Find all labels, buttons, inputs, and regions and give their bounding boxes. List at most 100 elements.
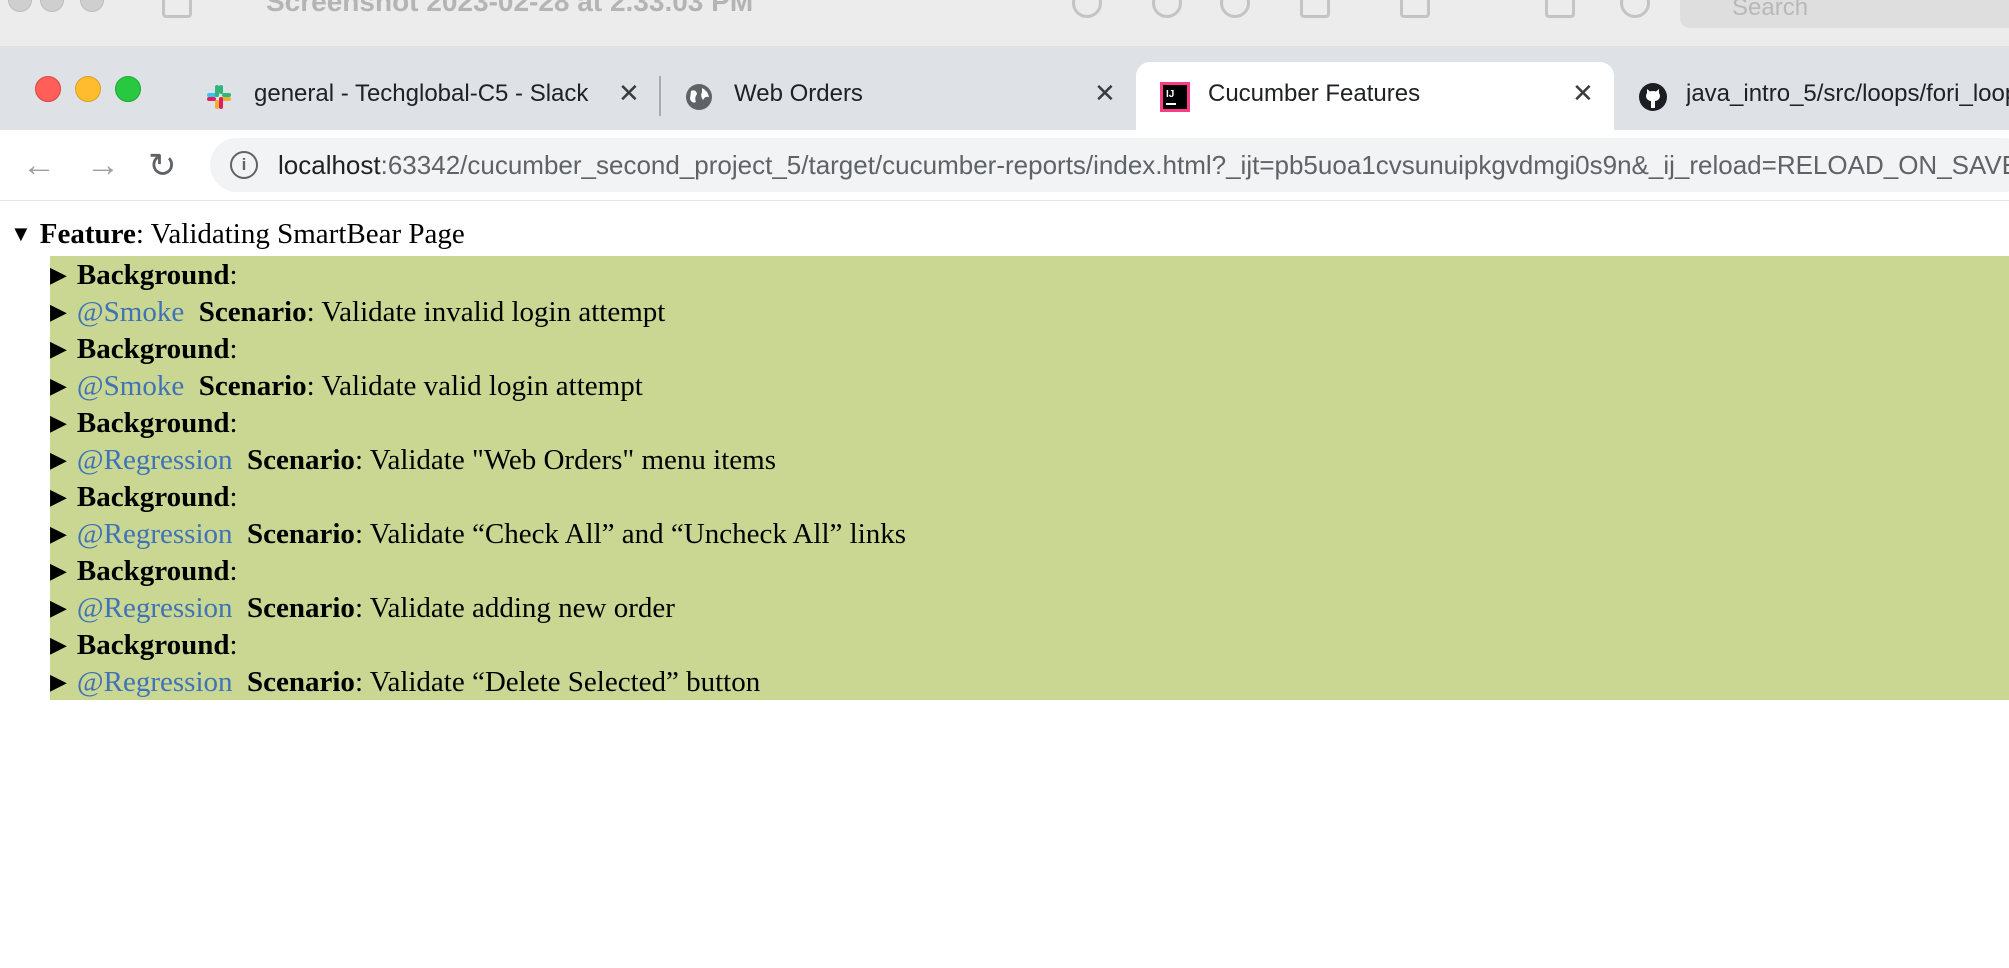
keyword: Scenario [247, 592, 355, 624]
preview-close-dot[interactable] [8, 0, 32, 12]
collapsed-triangle-icon[interactable]: ▶ [50, 256, 67, 293]
rotate-icon[interactable] [1545, 0, 1575, 18]
tag-link[interactable]: @Regression [77, 666, 233, 698]
close-icon[interactable]: ✕ [618, 78, 640, 109]
step-text: : [229, 333, 238, 365]
scenario-text: : Validate “Delete Selected” button [354, 666, 761, 698]
expanded-triangle-icon[interactable]: ▼ [10, 221, 32, 247]
scenario-row[interactable]: ▶ @Regression Scenario: Validate adding n… [50, 589, 675, 626]
keyword: Scenario [247, 444, 355, 476]
keyword: Background [76, 629, 230, 661]
keyword: Background [76, 481, 230, 513]
step-text: : [229, 407, 238, 439]
background-row[interactable]: ▶ Background: [50, 404, 238, 441]
zoom-out-icon[interactable] [1152, 0, 1182, 18]
scenario-row[interactable]: ▶ @Regression Scenario: Validate “Delete … [50, 663, 760, 700]
collapsed-triangle-icon[interactable]: ▶ [50, 626, 67, 663]
intellij-icon: IJ [1160, 82, 1190, 112]
globe-icon [686, 84, 712, 110]
close-icon[interactable]: ✕ [1094, 78, 1116, 109]
tab-web-orders[interactable]: Web Orders ✕ [660, 62, 1130, 130]
preview-minimize-dot[interactable] [40, 0, 64, 12]
collapsed-triangle-icon[interactable]: ▶ [50, 663, 67, 700]
collapsed-triangle-icon[interactable]: ▶ [50, 478, 67, 515]
tab-label: general - Techglobal-C5 - Slack [254, 80, 589, 107]
keyword: Background [76, 407, 230, 439]
url-text[interactable]: localhost:63342/cucumber_second_project_… [278, 150, 2009, 181]
back-arrow-icon[interactable]: ← [22, 146, 56, 185]
keyword: Scenario [247, 666, 355, 698]
tag-link[interactable]: @Regression [77, 592, 233, 624]
tag-link[interactable]: @Regression [77, 444, 233, 476]
sidebar-toggle-icon[interactable] [162, 0, 192, 18]
preview-zoom-dot[interactable] [80, 0, 104, 12]
window-minimize-button[interactable] [75, 76, 101, 102]
collapsed-triangle-icon[interactable]: ▶ [50, 441, 67, 478]
window-close-button[interactable] [35, 76, 61, 102]
collapsed-triangle-icon[interactable]: ▶ [50, 404, 67, 441]
search-placeholder: Search [1732, 0, 1809, 21]
tab-label: Web Orders [734, 80, 863, 107]
collapsed-triangle-icon[interactable]: ▶ [50, 293, 67, 330]
scenario-row[interactable]: ▶ @Smoke Scenario: Validate valid login a… [50, 367, 643, 404]
github-icon [1639, 83, 1667, 111]
tab-github[interactable]: java_intro_5/src/loops/fori_loop [1620, 62, 2009, 130]
tab-slack[interactable]: general - Techglobal-C5 - Slack ✕ [180, 62, 650, 130]
preview-window-title: Screenshot 2023-02-28 at 2.33.03 PM [266, 0, 754, 17]
scenario-text: : Validate "Web Orders" menu items [354, 444, 777, 476]
share-icon[interactable] [1300, 0, 1330, 18]
feature-header[interactable]: ▼ Feature: Validating SmartBear Page [10, 218, 465, 251]
feature-keyword: Feature [39, 218, 136, 250]
tab-label: java_intro_5/src/loops/fori_loop [1686, 80, 2009, 107]
preview-search-field[interactable]: Search [1680, 0, 2009, 28]
keyword: Scenario [198, 296, 307, 328]
step-text: : [229, 629, 238, 661]
keyword: Background [76, 333, 230, 365]
markup-icon[interactable] [1400, 0, 1430, 18]
close-icon[interactable]: ✕ [1572, 78, 1594, 109]
tag-link[interactable]: @Smoke [77, 370, 184, 402]
slack-icon [207, 85, 231, 109]
background-row[interactable]: ▶ Background: [50, 626, 238, 663]
scenario-text: : Validate adding new order [354, 592, 675, 624]
scenario-text: : Validate invalid login attempt [306, 296, 666, 328]
address-bar[interactable]: i localhost:63342/cucumber_second_projec… [210, 138, 2009, 192]
scenario-row[interactable]: ▶ @Regression Scenario: Validate "Web Ord… [50, 441, 776, 478]
scenario-row[interactable]: ▶ @Regression Scenario: Validate “Check A… [50, 515, 906, 552]
tab-cucumber-features[interactable]: IJ Cucumber Features ✕ [1136, 62, 1614, 130]
window-zoom-button[interactable] [115, 76, 141, 102]
tab-label: Cucumber Features [1208, 80, 1421, 107]
collapsed-triangle-icon[interactable]: ▶ [50, 367, 67, 404]
passed-results-block: ▶ Background: ▶ @Smoke Scenario: Validate … [50, 256, 2009, 700]
keyword: Scenario [198, 370, 307, 402]
scenario-text: : Validate valid login attempt [306, 370, 643, 402]
zoom-in-icon[interactable] [1220, 0, 1250, 18]
preview-window-toolbar: Screenshot 2023-02-28 at 2.33.03 PM Sear… [0, 0, 2009, 47]
background-row[interactable]: ▶ Background: [50, 256, 238, 293]
keyword: Background [76, 259, 230, 291]
tag-link[interactable]: @Smoke [77, 296, 184, 328]
url-path: :63342/cucumber_second_project_5/target/… [380, 150, 2009, 180]
tag-link[interactable]: @Regression [77, 518, 233, 550]
reload-icon[interactable]: ↻ [148, 146, 177, 186]
background-row[interactable]: ▶ Background: [50, 478, 238, 515]
keyword: Scenario [247, 518, 355, 550]
collapsed-triangle-icon[interactable]: ▶ [50, 552, 67, 589]
collapsed-triangle-icon[interactable]: ▶ [50, 589, 67, 626]
background-row[interactable]: ▶ Background: [50, 330, 238, 367]
site-info-icon[interactable]: i [230, 151, 258, 179]
scenario-row[interactable]: ▶ @Smoke Scenario: Validate invalid login… [50, 293, 665, 330]
step-text: : [229, 555, 238, 587]
info-icon[interactable] [1072, 0, 1102, 18]
background-row[interactable]: ▶ Background: [50, 552, 238, 589]
feature-name: : Validating SmartBear Page [135, 218, 465, 250]
collapsed-triangle-icon[interactable]: ▶ [50, 515, 67, 552]
step-text: : [229, 259, 238, 291]
step-text: : [229, 481, 238, 513]
forward-arrow-icon[interactable]: → [86, 146, 120, 185]
keyword: Background [76, 555, 230, 587]
collapsed-triangle-icon[interactable]: ▶ [50, 330, 67, 367]
account-icon[interactable] [1620, 0, 1650, 18]
url-host: localhost [278, 150, 381, 180]
browser-toolbar: ← → ↻ i localhost:63342/cucumber_second_… [0, 130, 2009, 201]
